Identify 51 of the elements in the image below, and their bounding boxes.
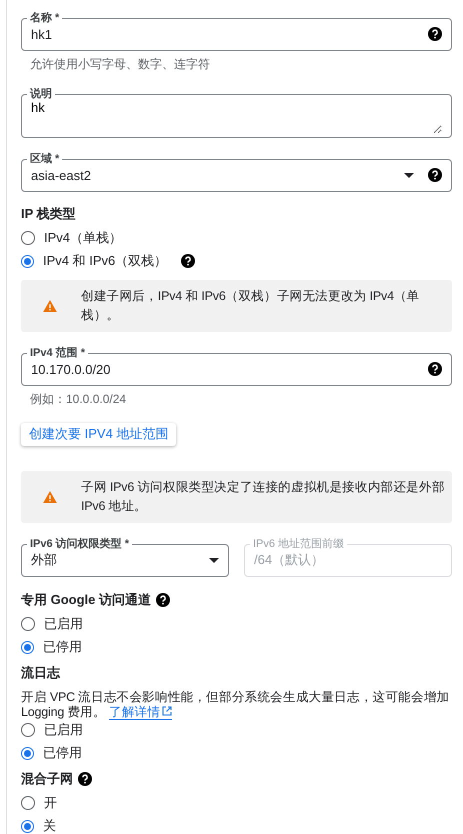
radio-button[interactable] bbox=[21, 746, 34, 760]
add-range-button[interactable]: 创建次要 IPV4 地址范围 bbox=[21, 423, 176, 446]
section-title: 专用 Google 访问通道 bbox=[21, 591, 151, 609]
option-label: IPv4 和 IPv6（双栈） bbox=[43, 252, 168, 270]
radio-button[interactable] bbox=[21, 723, 35, 737]
help-icon[interactable] bbox=[156, 593, 170, 607]
hint-text: 允许使用小写字母、数字、连字符 bbox=[30, 56, 211, 73]
text-input[interactable]: asia-east2 bbox=[31, 168, 390, 182]
field-label: 说明 bbox=[28, 88, 53, 100]
option-label: 已启用 bbox=[44, 721, 83, 739]
warning-icon bbox=[43, 300, 57, 312]
field-label: 名称 * bbox=[29, 12, 60, 24]
text-input[interactable]: 外部 bbox=[31, 552, 195, 568]
option-label: 开 bbox=[44, 794, 57, 812]
option-label: 已启用 bbox=[44, 615, 83, 633]
field-label: IPv4 范围 * bbox=[29, 347, 86, 359]
warning-icon bbox=[43, 491, 57, 503]
help-icon[interactable] bbox=[428, 27, 442, 41]
field-label: IPv6 地址范围前缀 bbox=[252, 538, 346, 550]
help-icon[interactable] bbox=[428, 362, 442, 376]
help-icon[interactable] bbox=[78, 772, 92, 786]
notice-text: 创建子网后，IPv4 和 IPv6（双栈）子网无法更改为 IPv4（单栈）。 bbox=[81, 288, 420, 324]
field-label: IPv6 访问权限类型 * bbox=[29, 538, 130, 550]
input-field[interactable]: 名称 * hk1 bbox=[21, 12, 452, 51]
option-label: 已停用 bbox=[43, 638, 82, 656]
help-icon[interactable] bbox=[428, 168, 442, 182]
text-input[interactable]: 10.170.0.0/20 bbox=[31, 362, 414, 376]
radio-button[interactable] bbox=[21, 640, 34, 654]
radio-button[interactable] bbox=[21, 617, 35, 631]
section-title: IP 栈类型 bbox=[21, 205, 76, 223]
input-field[interactable]: IPv6 访问权限类型 * 外部 bbox=[21, 538, 229, 577]
external-link-icon bbox=[162, 706, 172, 716]
help-icon[interactable] bbox=[181, 254, 196, 268]
notice-text: 子网 IPv6 访问权限类型决定了连接的虚拟机是接收内部还是外部 IPv6 地址。 bbox=[81, 479, 446, 515]
option-label: 已停用 bbox=[43, 744, 82, 762]
text-area[interactable]: 说明 hk bbox=[21, 88, 452, 138]
learn-more-link[interactable]: 了解详情 bbox=[109, 705, 172, 720]
radio-button[interactable] bbox=[21, 254, 34, 268]
section-title: 混合子网 bbox=[21, 770, 73, 788]
input-field[interactable]: IPv4 范围 * 10.170.0.0/20 bbox=[21, 347, 452, 386]
hint-text: 例如：10.0.0.0/24 bbox=[30, 391, 128, 408]
description-text: 开启 VPC 流日志不会影响性能，但部分系统会生成大量日志，这可能会增加 Logging 费用。 了解详情 bbox=[21, 690, 450, 720]
section-title: 流日志 bbox=[21, 664, 60, 682]
text-input[interactable]: hk1 bbox=[31, 26, 414, 42]
radio-button[interactable] bbox=[21, 820, 34, 832]
field-label: 区域 * bbox=[29, 153, 60, 165]
radio-button[interactable] bbox=[21, 231, 35, 245]
option-label: 关 bbox=[43, 817, 56, 834]
input-field[interactable]: 区域 * asia-east2 bbox=[21, 153, 452, 192]
option-label: IPv4（单栈） bbox=[44, 229, 122, 247]
radio-button[interactable] bbox=[21, 796, 35, 810]
